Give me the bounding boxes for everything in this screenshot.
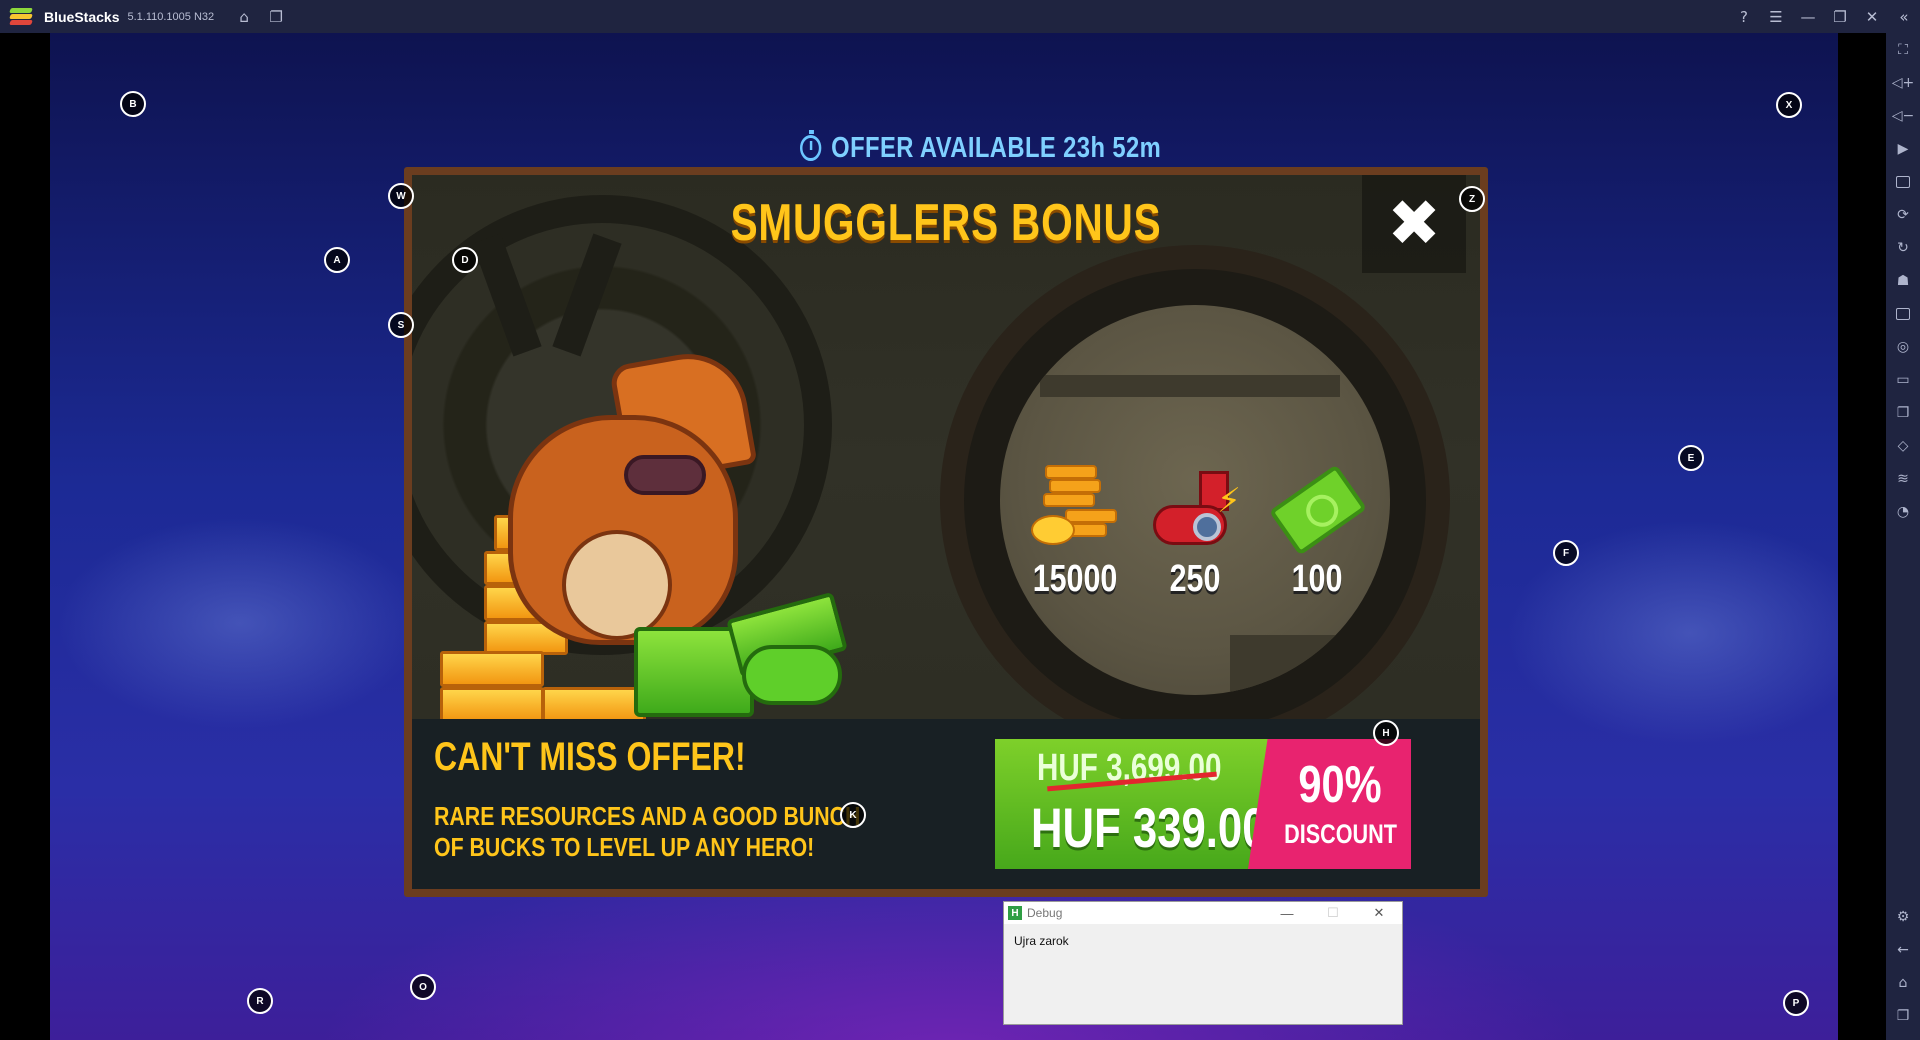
- offer-headline: CAN'T MISS OFFER!: [434, 735, 746, 779]
- buy-offer-button[interactable]: HUF 3,699.00 HUF 339.00 90% DISCOUNT: [995, 739, 1411, 869]
- volume-up-icon[interactable]: ◁+: [1886, 66, 1920, 99]
- offer-timer: OFFER AVAILABLE 23h 52m: [800, 128, 1161, 168]
- gadget-booster-icon: ⚡: [1145, 463, 1245, 558]
- key-marker-a[interactable]: A: [324, 247, 350, 273]
- bluestacks-logo-icon: [9, 7, 34, 27]
- reward-gadget: ⚡ 250: [1140, 463, 1250, 601]
- key-marker-p[interactable]: P: [1783, 990, 1809, 1016]
- debug-title: Debug: [1027, 906, 1063, 920]
- recent-apps-icon[interactable]: ❐: [1886, 999, 1920, 1032]
- close-icon[interactable]: ✕: [1356, 902, 1402, 924]
- key-marker-k[interactable]: K: [840, 802, 866, 828]
- app-name: BlueStacks: [44, 8, 120, 25]
- offer-timer-text: OFFER AVAILABLE 23h 52m: [831, 131, 1162, 164]
- close-icon[interactable]: ✕: [1856, 0, 1888, 33]
- media-icon[interactable]: ▶: [1886, 132, 1920, 165]
- discount-badge: 90% DISCOUNT: [1248, 739, 1411, 869]
- fullscreen-icon[interactable]: ⛶: [1886, 33, 1920, 66]
- new-price: HUF 339.00: [1031, 796, 1267, 859]
- reward-coins-value: 15000: [1032, 558, 1118, 600]
- app-version: 5.1.110.1005 N32: [127, 10, 215, 23]
- settings-icon[interactable]: ⚙: [1886, 900, 1920, 933]
- back-icon[interactable]: ←: [1886, 933, 1920, 966]
- key-marker-f[interactable]: F: [1553, 540, 1579, 566]
- reward-coins: 15000: [1020, 463, 1130, 601]
- debug-message: Ujra zarok: [1014, 934, 1069, 948]
- key-marker-z[interactable]: Z: [1459, 186, 1485, 212]
- debug-window: H Debug — ☐ ✕ Ujra zarok: [1003, 901, 1403, 1025]
- debug-title-bar[interactable]: H Debug — ☐ ✕: [1004, 902, 1402, 924]
- macro-icon[interactable]: ⟳: [1886, 198, 1920, 231]
- minimize-icon[interactable]: —: [1792, 0, 1824, 33]
- bluestacks-sidebar: ⛶ ◁+ ◁− ▶ ⟳ ↻ ☗ ◎ ▭ ❐ ◇ ≋ ◔ ⚙ ← ⌂ ❐: [1886, 33, 1920, 1040]
- collapse-sidebar-icon[interactable]: «: [1888, 0, 1920, 33]
- key-marker-w[interactable]: W: [388, 183, 414, 209]
- apk-icon[interactable]: [1886, 297, 1920, 330]
- sync-icon[interactable]: ↻: [1886, 231, 1920, 264]
- multi-instance-icon[interactable]: ❐: [260, 0, 292, 33]
- keyboard-icon[interactable]: [1886, 165, 1920, 198]
- stopwatch-icon: [800, 130, 822, 161]
- rotate-icon[interactable]: ◔: [1886, 495, 1920, 528]
- game-viewport[interactable]: OFFER AVAILABLE 23h 52m SMUGGLERS BONUS …: [50, 33, 1838, 1040]
- controls-icon[interactable]: ☗: [1886, 264, 1920, 297]
- offer-description: RARE RESOURCES AND A GOOD BUNCH OF BUCKS…: [434, 801, 861, 862]
- layers-icon[interactable]: ≋: [1886, 462, 1920, 495]
- discount-percent: 90%: [1298, 755, 1383, 814]
- android-home-icon[interactable]: ⌂: [1886, 966, 1920, 999]
- folder-icon[interactable]: ▭: [1886, 363, 1920, 396]
- restore-icon[interactable]: ❐: [1824, 0, 1856, 33]
- close-popup-button[interactable]: ✖: [1362, 175, 1466, 273]
- title-bar: BlueStacks 5.1.110.1005 N32 ⌂ ❐ ? ☰ — ❐ …: [0, 0, 1920, 33]
- porthole-window: 15000 ⚡ 250 100: [940, 245, 1450, 755]
- cash-bucks-icon: [1267, 463, 1368, 558]
- home-icon[interactable]: ⌂: [228, 0, 260, 33]
- screenshot-icon[interactable]: ◎: [1886, 330, 1920, 363]
- key-marker-x[interactable]: X: [1776, 92, 1802, 118]
- key-marker-b[interactable]: B: [120, 91, 146, 117]
- volume-down-icon[interactable]: ◁−: [1886, 99, 1920, 132]
- key-marker-s[interactable]: S: [388, 312, 414, 338]
- multi-instance-icon[interactable]: ❐: [1886, 396, 1920, 429]
- key-marker-d[interactable]: D: [452, 247, 478, 273]
- minimize-icon[interactable]: —: [1264, 902, 1310, 924]
- key-marker-e[interactable]: E: [1678, 445, 1704, 471]
- reward-gadget-value: 250: [1169, 558, 1221, 600]
- key-marker-o[interactable]: O: [410, 974, 436, 1000]
- help-icon[interactable]: ?: [1728, 0, 1760, 33]
- reward-cash: 100: [1262, 463, 1372, 601]
- gold-coins-icon: [1025, 463, 1125, 558]
- menu-icon[interactable]: ☰: [1760, 0, 1792, 33]
- key-marker-r[interactable]: R: [247, 988, 273, 1014]
- maximize-icon[interactable]: ☐: [1310, 902, 1356, 924]
- reward-cash-value: 100: [1291, 558, 1343, 600]
- discount-label: DISCOUNT: [1284, 818, 1397, 849]
- app-icon: H: [1008, 906, 1022, 920]
- close-icon: ✖: [1387, 187, 1441, 261]
- popup-title: SMUGGLERS BONUS: [730, 194, 1162, 252]
- eco-mode-icon[interactable]: ◇: [1886, 429, 1920, 462]
- key-marker-h[interactable]: H: [1373, 720, 1399, 746]
- offer-popup: SMUGGLERS BONUS ✖ 15000 ⚡ 250 100 CAN'T …: [404, 167, 1488, 897]
- offer-banner: CAN'T MISS OFFER! RARE RESOURCES AND A G…: [412, 719, 1480, 889]
